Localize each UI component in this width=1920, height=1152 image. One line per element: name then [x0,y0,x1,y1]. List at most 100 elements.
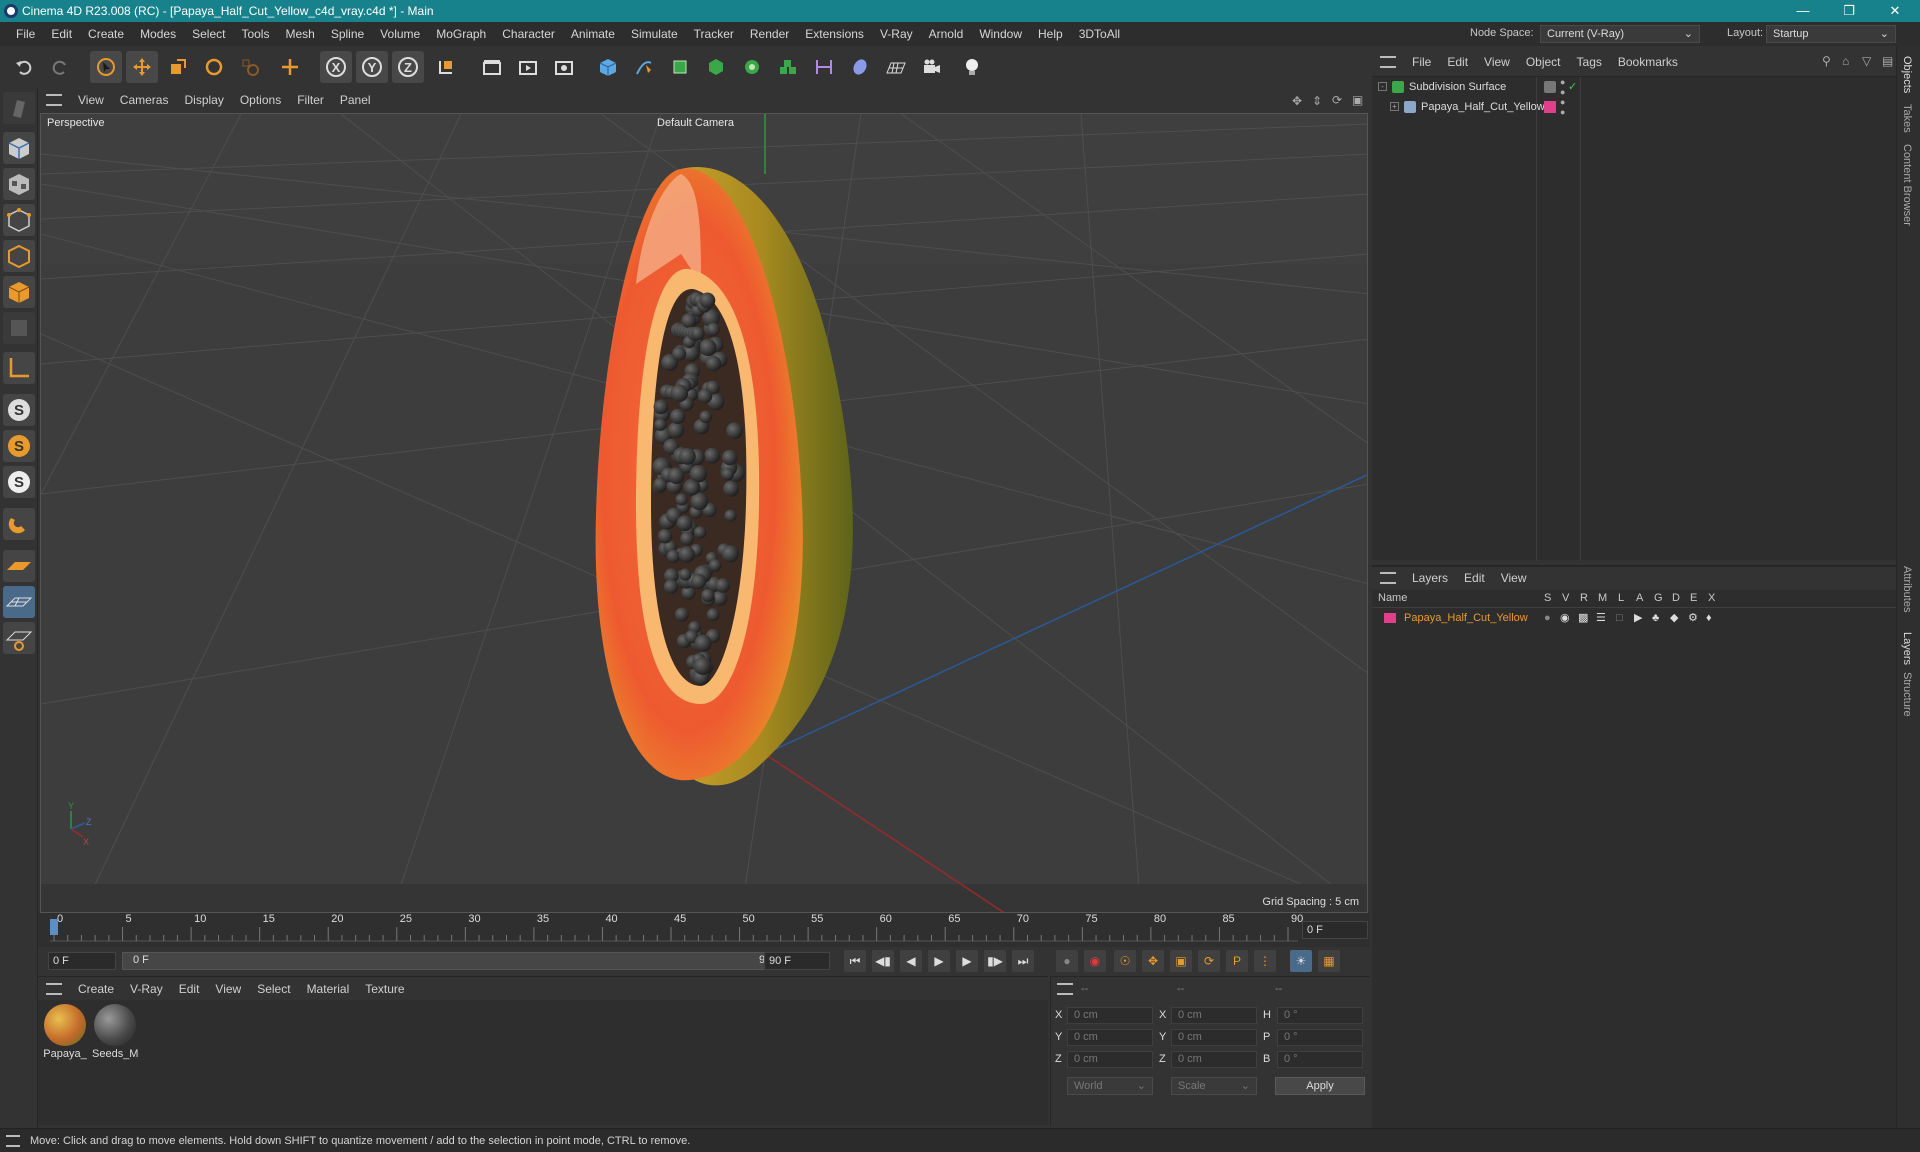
deformer-button[interactable] [808,51,840,83]
start-frame-field[interactable]: 0 F [48,952,116,970]
layer-menu-edit[interactable]: Edit [1456,566,1493,590]
extrude-button[interactable] [700,51,732,83]
object-row-papaya[interactable]: + Papaya_Half_Cut_Yellow ● ● [1372,97,1896,117]
key-scale-icon[interactable]: ▣ [1170,950,1192,972]
viewport-menu-options[interactable]: Options [232,88,289,112]
layer-menu-view[interactable]: View [1493,566,1535,590]
previous-key-icon[interactable]: ◀▮ [872,950,894,972]
close-icon[interactable]: ✕ [1872,0,1918,22]
uv-mode-button[interactable] [3,312,35,344]
menu-edit[interactable]: Edit [43,22,80,46]
object-menu-bookmarks[interactable]: Bookmarks [1610,50,1686,74]
render-settings-button[interactable] [548,51,580,83]
menu-vray[interactable]: V-Ray [872,22,921,46]
node-space-select[interactable]: Current (V-Ray) ⌄ [1540,25,1700,43]
viewport-menu-view[interactable]: View [70,88,112,112]
menu-render[interactable]: Render [742,22,797,46]
rotate-view-icon[interactable]: ⟳ [1332,93,1342,107]
tweak-mode-button[interactable] [3,508,35,540]
material-swatch[interactable]: Seeds_M [92,1004,138,1060]
object-row-subdivision[interactable]: - Subdivision Surface ● ● ✓ [1372,77,1896,97]
visibility-dots-icon[interactable]: ● ● [1560,77,1565,97]
axis-mode-button[interactable] [3,352,35,384]
menu-tracker[interactable]: Tracker [686,22,742,46]
menu-simulate[interactable]: Simulate [623,22,686,46]
object-menu-tags[interactable]: Tags [1569,50,1610,74]
eye-icon[interactable]: ◉ [1560,608,1570,628]
tab-content-browser[interactable]: Content Browser [1901,144,1913,226]
size-mode-select[interactable]: Scale ⌄ [1171,1077,1257,1095]
tab-attributes[interactable]: Attributes [1901,566,1913,612]
timeline-ruler[interactable]: 0 5 10 15 20 25 30 35 40 45 50 55 60 65 70 75 80 85 90 0 F [38,913,1370,947]
menu-file[interactable]: File [8,22,43,46]
field-button[interactable] [844,51,876,83]
object-menu-view[interactable]: View [1476,50,1518,74]
menu-animate[interactable]: Animate [563,22,623,46]
filter-icon[interactable]: ▽ [1862,54,1871,68]
size-y-field[interactable]: 0 cm [1171,1029,1257,1046]
rotate-tool-button[interactable] [198,51,230,83]
material-menu-create[interactable]: Create [70,977,122,1001]
locked-workplane-button[interactable] [3,586,35,618]
hamburger-icon[interactable] [1057,983,1073,995]
snap-button[interactable]: S [3,394,35,426]
layer-menu-layers[interactable]: Layers [1404,566,1456,590]
search-icon[interactable]: ⚲ [1822,54,1831,68]
floor-button[interactable] [880,51,912,83]
material-menu-texture[interactable]: Texture [357,977,412,1001]
menu-mesh[interactable]: Mesh [277,22,322,46]
new-window-icon[interactable]: ▤ [1882,54,1893,68]
menu-character[interactable]: Character [494,22,563,46]
hamburger-icon[interactable] [1380,572,1396,584]
viewport-menu-filter[interactable]: Filter [289,88,332,112]
collapse-icon[interactable]: - [1378,82,1387,91]
minimize-icon[interactable]: — [1780,0,1826,22]
layer-col-animation[interactable]: A [1636,592,1643,604]
edge-mode-button[interactable] [3,240,35,272]
autokey-icon[interactable]: ◉ [1084,950,1106,972]
go-to-end-icon[interactable]: ⏭ [1012,950,1034,972]
menu-mograph[interactable]: MoGraph [428,22,494,46]
menu-spline[interactable]: Spline [323,22,372,46]
polygon-mode-button[interactable] [3,276,35,308]
material-menu-view[interactable]: View [207,977,249,1001]
layer-col-deformers[interactable]: D [1672,592,1680,604]
light-button[interactable] [956,51,988,83]
restore-icon[interactable]: ❐ [1826,0,1872,22]
menu-help[interactable]: Help [1030,22,1071,46]
pos-x-field[interactable]: 0 cm [1067,1007,1153,1024]
next-frame-icon[interactable]: ▶ [956,950,978,972]
layer-col-generators[interactable]: G [1654,592,1663,604]
expression-icon[interactable]: ⚙ [1688,608,1698,628]
xref-icon[interactable]: ♦ [1706,608,1712,628]
key-parameter-icon[interactable]: P [1226,950,1248,972]
key-pla-icon[interactable]: ⋮ [1254,950,1276,972]
menu-create[interactable]: Create [80,22,132,46]
tab-objects[interactable]: Objects [1901,56,1913,93]
material-swatch[interactable]: Papaya_ [42,1004,88,1060]
previous-frame-icon[interactable]: ◀ [900,950,922,972]
x-axis-lock-button[interactable]: X [320,51,352,83]
subdivision-surface-button[interactable] [664,51,696,83]
layer-row[interactable]: Papaya_Half_Cut_Yellow ● ◉ ▩ ☰ □ ▶ ♣ ◆ ⚙… [1372,608,1896,628]
rot-p-field[interactable]: 0 ° [1277,1029,1363,1046]
planar-workplane-button[interactable] [3,622,35,654]
animation-icon[interactable]: ▶ [1634,608,1642,628]
camera-button[interactable] [916,51,948,83]
object-menu-edit[interactable]: Edit [1439,50,1476,74]
size-x-field[interactable]: 0 cm [1171,1007,1257,1024]
scale-tool-button[interactable] [162,51,194,83]
render-to-picture-viewer-button[interactable] [512,51,544,83]
pos-y-field[interactable]: 0 cm [1067,1029,1153,1046]
home-icon[interactable]: ⌂ [1842,54,1849,68]
play-icon[interactable]: ▶ [928,950,950,972]
frame-range-slider[interactable]: 0 F 90 F [122,952,792,970]
hamburger-icon[interactable] [46,94,62,106]
layer-col-render[interactable]: R [1580,592,1588,604]
tab-layers[interactable]: Layers [1901,632,1913,665]
zoom-view-icon[interactable]: ⇕ [1312,94,1322,108]
manager-icon[interactable]: ☰ [1596,608,1606,628]
layer-col-xref[interactable]: X [1708,592,1715,604]
y-axis-lock-button[interactable]: Y [356,51,388,83]
menu-3dtoall[interactable]: 3DToAll [1071,22,1128,46]
